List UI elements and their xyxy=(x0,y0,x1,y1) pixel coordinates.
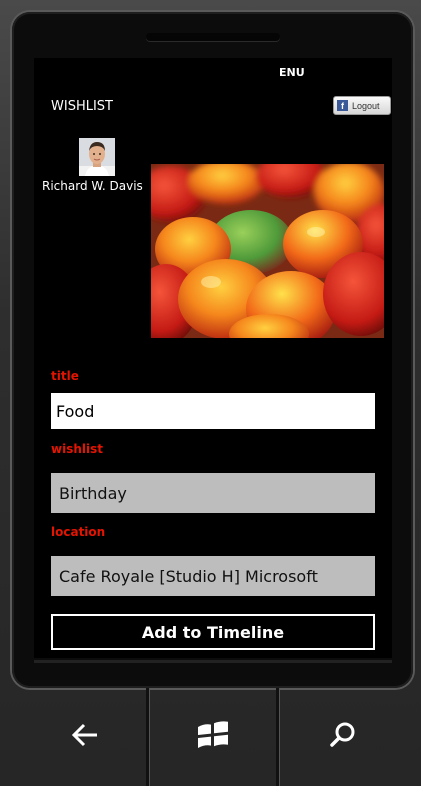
wishlist-photo xyxy=(151,164,384,338)
wishlist-label: wishlist xyxy=(51,442,103,456)
location-field[interactable]: Cafe Royale [Studio H] Microsoft xyxy=(51,556,375,596)
nav-separator xyxy=(146,688,149,786)
location-label: location xyxy=(51,525,106,539)
facebook-icon: f xyxy=(337,100,348,111)
add-to-timeline-button[interactable]: Add to Timeline xyxy=(51,614,375,650)
back-arrow-icon xyxy=(71,723,97,747)
user-name: Richard W. Davis xyxy=(42,179,143,193)
back-button[interactable] xyxy=(60,710,110,760)
avatar xyxy=(79,138,115,176)
logout-button[interactable]: f Logout xyxy=(333,96,391,115)
search-button[interactable] xyxy=(318,710,368,760)
logout-label: Logout xyxy=(352,100,380,111)
title-input[interactable] xyxy=(51,393,375,429)
nav-separator xyxy=(276,688,279,786)
page-title: WISHLIST xyxy=(51,99,113,114)
language-indicator: ENU xyxy=(279,66,305,79)
mango-image xyxy=(151,164,384,338)
profile-photo xyxy=(79,138,115,176)
search-icon xyxy=(330,722,355,747)
screen-divider xyxy=(34,660,392,663)
start-button[interactable] xyxy=(188,710,238,760)
earpiece-speaker xyxy=(146,33,280,41)
wishlist-field[interactable]: Birthday xyxy=(51,473,375,513)
title-label: title xyxy=(51,369,79,383)
windows-logo-icon xyxy=(198,721,228,748)
app-screen: ENU WISHLIST f Logout Richard W. Davis t… xyxy=(34,58,392,658)
